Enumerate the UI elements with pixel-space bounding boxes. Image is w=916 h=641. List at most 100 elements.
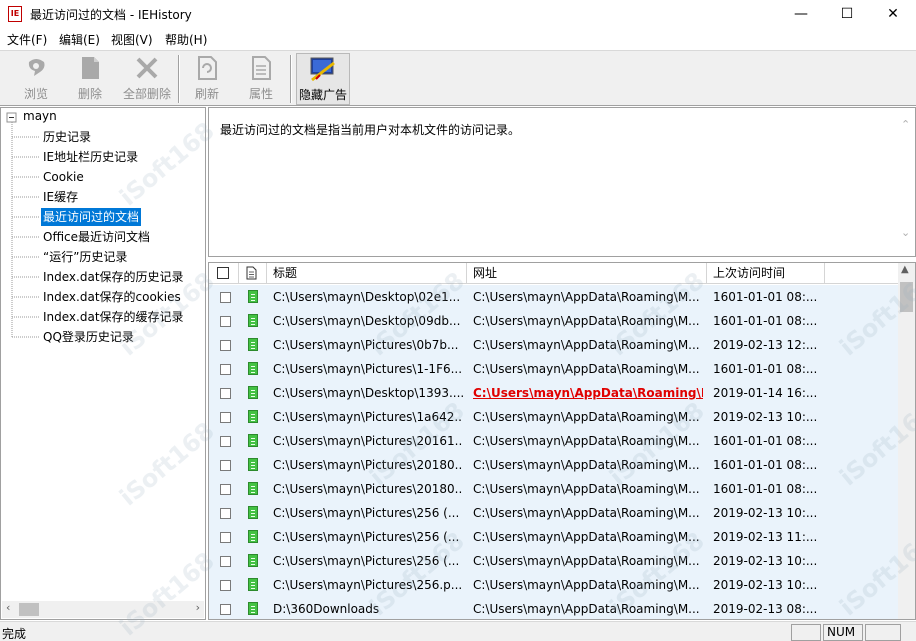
hide-ads-label: 隐藏广告 xyxy=(298,88,347,102)
table-row[interactable]: C:\Users\mayn\Pictures\1a642... C:\Users\… xyxy=(209,405,898,429)
row-url: C:\Users\mayn\AppData\Roaming\M... xyxy=(473,602,700,616)
row-url: C:\Users\mayn\AppData\Roaming\M... xyxy=(473,458,700,472)
scroll-thumb[interactable] xyxy=(900,282,913,312)
row-checkbox[interactable] xyxy=(220,340,231,351)
row-checkbox[interactable] xyxy=(220,412,231,423)
tree-item-office-recent[interactable]: Office最近访问文档 xyxy=(41,228,152,246)
close-icon: ✕ xyxy=(887,6,899,22)
row-last-visit: 2019-02-13 10:... xyxy=(713,578,818,592)
row-checkbox[interactable] xyxy=(220,508,231,519)
table-row[interactable]: C:\Users\mayn\Desktop\09db... C:\Users\ma… xyxy=(209,309,898,333)
row-checkbox[interactable] xyxy=(220,388,231,399)
menu-file[interactable]: 文件(F) xyxy=(7,31,47,48)
row-checkbox[interactable] xyxy=(220,604,231,615)
table-row[interactable]: C:\Users\mayn\Pictures\256 (... C:\Users\… xyxy=(209,525,898,549)
delete-all-button[interactable]: 全部删除 xyxy=(120,53,174,105)
minimize-button[interactable]: — xyxy=(778,0,824,28)
tree-item-indexdat-history[interactable]: Index.dat保存的历史记录 xyxy=(41,268,186,286)
table-row[interactable]: C:\Users\mayn\Desktop\02e1... C:\Users\ma… xyxy=(209,285,898,309)
properties-button[interactable]: 属性 xyxy=(238,53,284,105)
tree-horizontal-scrollbar[interactable]: ‹ › xyxy=(2,601,204,618)
browse-button[interactable]: 浏览 xyxy=(12,53,60,105)
document-icon xyxy=(248,290,258,303)
header-last-visit[interactable]: 上次访问时间 xyxy=(707,263,825,284)
close-button[interactable]: ✕ xyxy=(870,0,916,28)
tree-item-ie-cache[interactable]: IE缓存 xyxy=(41,188,80,206)
tree-item-qq-login[interactable]: QQ登录历史记录 xyxy=(41,328,136,346)
tree-item-indexdat-cookies[interactable]: Index.dat保存的cookies xyxy=(41,288,183,306)
toolbar-separator xyxy=(290,55,292,103)
row-last-visit: 2019-02-13 08:... xyxy=(713,602,818,616)
header-select-all[interactable] xyxy=(209,263,239,284)
description-text: 最近访问过的文档是指当前用户对本机文件的访问记录。 xyxy=(220,123,521,137)
list-vertical-scrollbar[interactable]: ▲ xyxy=(898,263,915,619)
header-icon-column[interactable] xyxy=(239,263,267,284)
table-row[interactable]: C:\Users\mayn\Pictures\20161... C:\Users\… xyxy=(209,429,898,453)
delete-icon xyxy=(66,53,114,83)
description-scrollbar[interactable]: ⌃ ⌄ xyxy=(898,108,915,256)
table-row[interactable]: C:\Users\mayn\Pictures\1-1F6... C:\Users\… xyxy=(209,357,898,381)
row-last-visit: 1601-01-01 08:... xyxy=(713,290,818,304)
menu-edit[interactable]: 编辑(E) xyxy=(59,31,100,48)
table-row[interactable]: C:\Users\mayn\Desktop\1393.... C:\Users\m… xyxy=(209,381,898,405)
table-row[interactable]: C:\Users\mayn\Pictures\20180... C:\Users\… xyxy=(209,453,898,477)
delete-all-icon xyxy=(120,53,174,83)
maximize-button[interactable]: ☐ xyxy=(824,0,870,28)
menu-help[interactable]: 帮助(H) xyxy=(165,31,207,48)
refresh-icon xyxy=(184,53,230,83)
title-bar: IE 最近访问过的文档 - IEHistory — ☐ ✕ xyxy=(0,0,916,28)
tree-item-history[interactable]: 历史记录 xyxy=(41,128,93,146)
row-checkbox[interactable] xyxy=(220,580,231,591)
status-panel-blank xyxy=(865,624,901,641)
row-last-visit: 2019-02-13 10:... xyxy=(713,554,818,568)
table-row[interactable]: C:\Users\mayn\Pictures\0b7b... C:\Users\m… xyxy=(209,333,898,357)
table-row[interactable]: C:\Users\mayn\Pictures\256.p... C:\Users\… xyxy=(209,573,898,597)
row-url[interactable]: C:\Users\mayn\AppData\Roaming\M... xyxy=(473,381,703,405)
document-icon xyxy=(248,602,258,615)
refresh-label: 刷新 xyxy=(194,87,219,101)
delete-label: 删除 xyxy=(77,87,102,101)
select-all-checkbox[interactable] xyxy=(217,267,229,279)
document-icon xyxy=(248,314,258,327)
toolbar-separator xyxy=(178,55,180,103)
row-last-visit: 1601-01-01 08:... xyxy=(713,362,818,376)
scroll-right-icon[interactable]: › xyxy=(196,601,200,614)
scroll-left-icon[interactable]: ‹ xyxy=(6,601,10,614)
tree-item-cookie[interactable]: Cookie xyxy=(41,168,86,186)
delete-button[interactable]: 删除 xyxy=(66,53,114,105)
scroll-up-icon[interactable]: ▲ xyxy=(901,264,909,275)
refresh-button[interactable]: 刷新 xyxy=(184,53,230,105)
row-checkbox[interactable] xyxy=(220,364,231,375)
tree-item-ie-address-history[interactable]: IE地址栏历史记录 xyxy=(41,148,140,166)
row-checkbox[interactable] xyxy=(220,556,231,567)
row-checkbox[interactable] xyxy=(220,460,231,471)
row-url: C:\Users\mayn\AppData\Roaming\M... xyxy=(473,362,700,376)
tree-item-indexdat-cache[interactable]: Index.dat保存的缓存记录 xyxy=(41,308,186,326)
row-checkbox[interactable] xyxy=(220,484,231,495)
menu-bar: 文件(F) 编辑(E) 视图(V) 帮助(H) xyxy=(0,28,916,50)
hide-ads-button[interactable]: 隐藏广告 xyxy=(296,53,350,105)
row-checkbox[interactable] xyxy=(220,292,231,303)
table-row[interactable]: D:\360Downloads C:\Users\mayn\AppData\Roa… xyxy=(209,597,898,619)
tree-item-run-history[interactable]: “运行”历史记录 xyxy=(41,248,129,266)
tree-root-user[interactable]: mayn xyxy=(23,109,57,123)
document-icon xyxy=(248,338,258,351)
scroll-up-icon[interactable]: ⌃ xyxy=(901,118,910,131)
table-row[interactable]: C:\Users\mayn\Pictures\256 (... C:\Users\… xyxy=(209,549,898,573)
header-url[interactable]: 网址 xyxy=(467,263,707,284)
hide-ads-icon xyxy=(297,54,349,84)
table-row[interactable]: C:\Users\mayn\Pictures\20180... C:\Users\… xyxy=(209,477,898,501)
scroll-down-icon[interactable]: ⌄ xyxy=(901,226,910,239)
header-title[interactable]: 标题 xyxy=(267,263,467,284)
scroll-thumb[interactable] xyxy=(19,603,39,616)
row-url: C:\Users\mayn\AppData\Roaming\M... xyxy=(473,434,700,448)
row-url: C:\Users\mayn\AppData\Roaming\M... xyxy=(473,482,700,496)
row-checkbox[interactable] xyxy=(220,532,231,543)
row-checkbox[interactable] xyxy=(220,316,231,327)
table-row[interactable]: C:\Users\mayn\Pictures\256 (... C:\Users\… xyxy=(209,501,898,525)
row-checkbox[interactable] xyxy=(220,436,231,447)
tree-item-recent-docs[interactable]: 最近访问过的文档 xyxy=(41,208,142,226)
row-last-visit: 2019-02-13 10:... xyxy=(713,506,818,520)
row-last-visit: 1601-01-01 08:... xyxy=(713,458,818,472)
menu-view[interactable]: 视图(V) xyxy=(111,31,153,48)
